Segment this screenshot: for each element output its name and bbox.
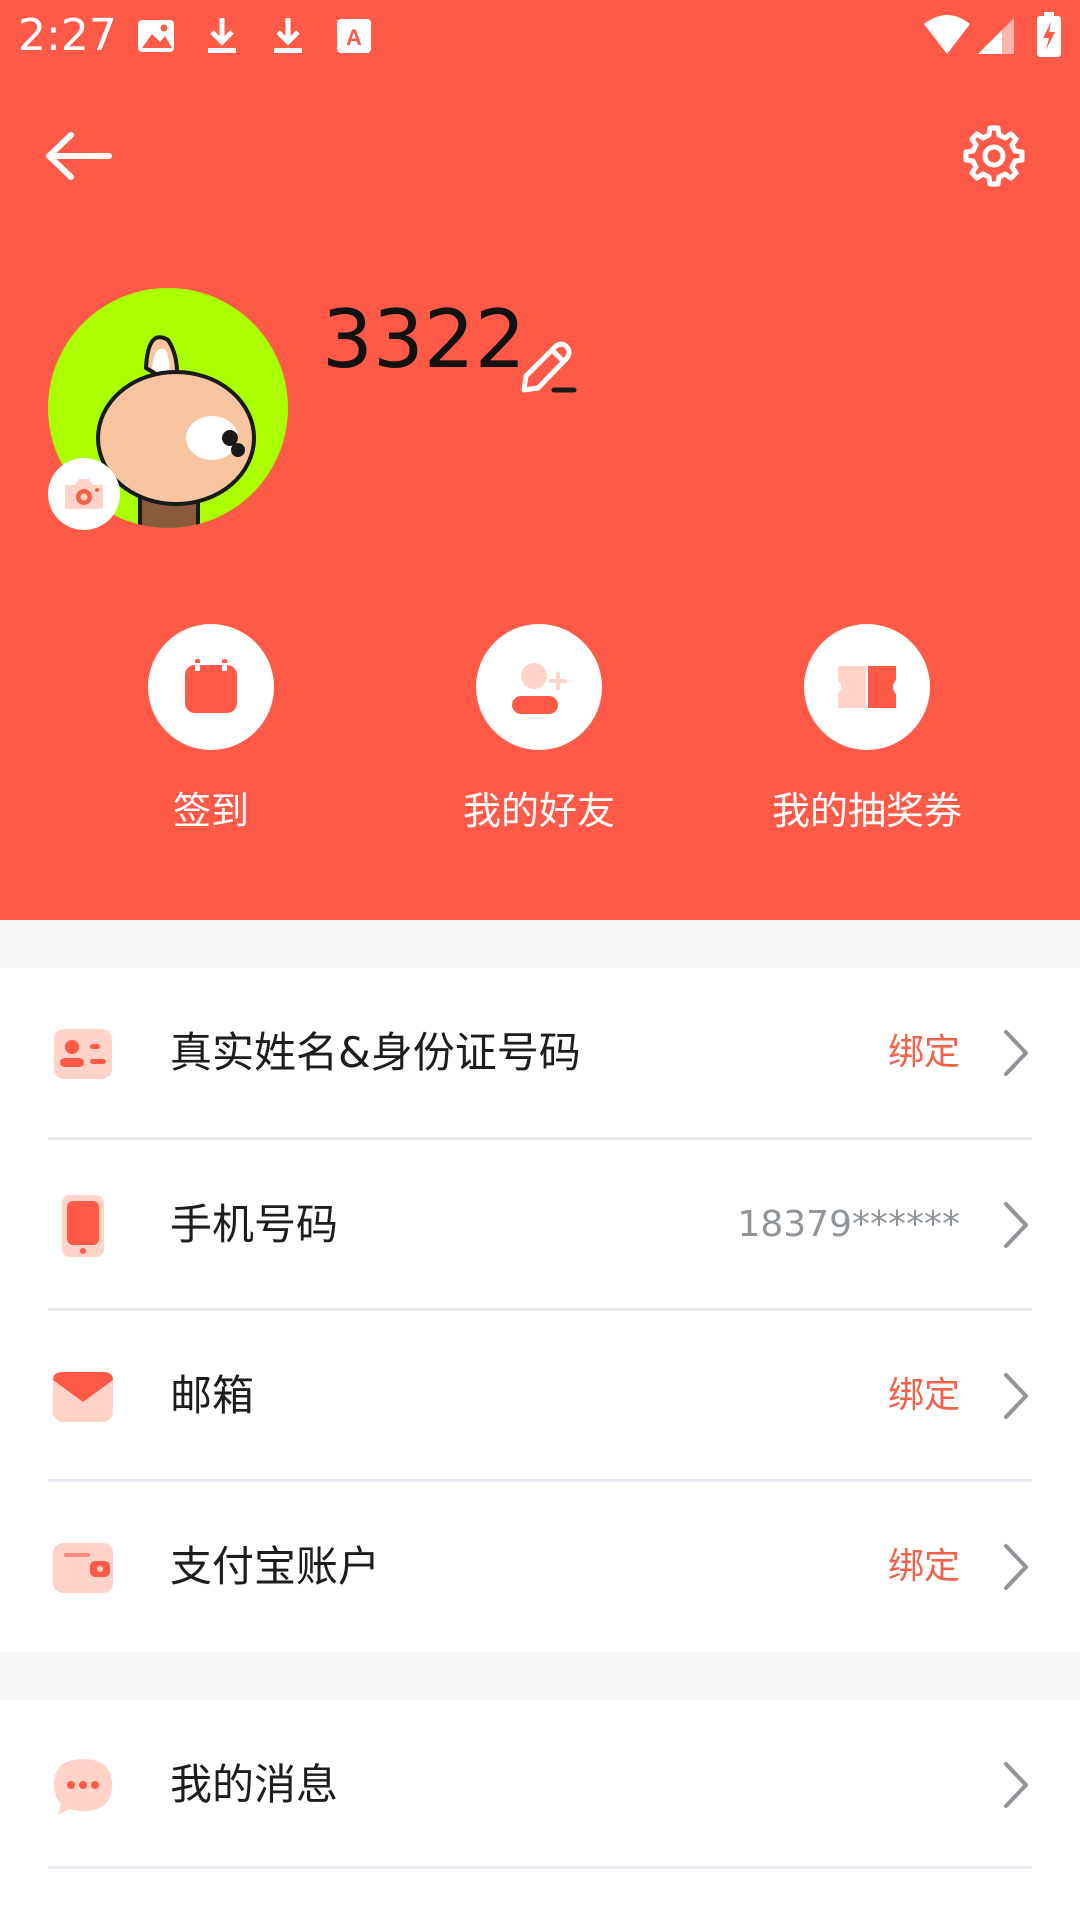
calendar-icon bbox=[185, 659, 237, 713]
chevron-right-icon bbox=[1004, 1030, 1028, 1076]
gear-icon bbox=[963, 125, 1025, 187]
chat-bubble-icon bbox=[54, 1759, 112, 1815]
quick-action-label: 我的好友 bbox=[462, 789, 615, 833]
quick-action-tickets[interactable]: 我的抽奖券 bbox=[752, 624, 982, 835]
friends-icon-circle bbox=[476, 624, 602, 750]
back-button[interactable] bbox=[30, 108, 126, 204]
item-title: 真实姓名&身份证号码 bbox=[170, 1028, 581, 1077]
mail-icon bbox=[53, 1372, 113, 1422]
list-item-id-verification[interactable]: 真实姓名&身份证号码 绑定 bbox=[0, 968, 1080, 1138]
item-title: 邮箱 bbox=[170, 1371, 255, 1420]
add-friend-icon bbox=[512, 663, 567, 714]
camera-icon bbox=[65, 479, 103, 509]
list-item-email[interactable]: 邮箱 绑定 bbox=[0, 1311, 1080, 1481]
wallet-icon bbox=[53, 1543, 113, 1593]
wifi-icon bbox=[924, 15, 970, 54]
download-icon bbox=[208, 18, 236, 53]
chevron-right-icon bbox=[1004, 1544, 1028, 1590]
divider bbox=[48, 1866, 1032, 1869]
bind-status: 绑定 bbox=[887, 1032, 960, 1073]
pencil-icon bbox=[521, 341, 577, 393]
font-icon: A bbox=[337, 19, 371, 53]
quick-action-label: 签到 bbox=[172, 789, 249, 833]
status-time: 2:27 bbox=[18, 10, 117, 61]
chevron-right-icon bbox=[1004, 1202, 1028, 1248]
item-title: 支付宝账户 bbox=[170, 1542, 381, 1591]
status-bar: 2:27 A bbox=[0, 0, 1080, 72]
download-icon bbox=[274, 18, 302, 53]
list-item-messages[interactable]: 我的消息 bbox=[0, 1700, 1080, 1870]
quick-action-checkin[interactable]: 签到 bbox=[96, 624, 326, 835]
id-card-icon bbox=[54, 1029, 112, 1079]
item-title: 手机号码 bbox=[170, 1200, 339, 1249]
item-title: 我的消息 bbox=[170, 1760, 339, 1809]
svg-text:A: A bbox=[346, 25, 362, 50]
tickets-icon-circle bbox=[804, 624, 930, 750]
list-item-phone[interactable]: 手机号码 18379****** bbox=[0, 1140, 1080, 1310]
phone-icon bbox=[62, 1195, 104, 1257]
bind-status: 绑定 bbox=[887, 1375, 960, 1416]
edit-username-button[interactable] bbox=[512, 332, 582, 402]
quick-action-label: 我的抽奖券 bbox=[771, 789, 962, 833]
quick-action-friends[interactable]: 我的好友 bbox=[424, 624, 654, 835]
change-avatar-button[interactable] bbox=[48, 458, 120, 530]
bind-status: 绑定 bbox=[887, 1546, 960, 1587]
battery-charging-icon bbox=[1037, 12, 1061, 57]
image-icon bbox=[138, 20, 174, 52]
arrow-left-icon bbox=[46, 132, 112, 180]
settings-button[interactable] bbox=[946, 108, 1042, 204]
ticket-icon bbox=[838, 666, 896, 708]
signal-icon bbox=[978, 18, 1014, 54]
username: 3322 bbox=[322, 293, 526, 386]
chevron-right-icon bbox=[1004, 1762, 1028, 1808]
section-gap bbox=[0, 1652, 1080, 1700]
phone-number-value: 18379****** bbox=[737, 1204, 960, 1245]
list-item-alipay[interactable]: 支付宝账户 绑定 bbox=[0, 1482, 1080, 1652]
checkin-icon-circle bbox=[148, 624, 274, 750]
chevron-right-icon bbox=[1004, 1373, 1028, 1419]
section-gap bbox=[0, 920, 1080, 968]
